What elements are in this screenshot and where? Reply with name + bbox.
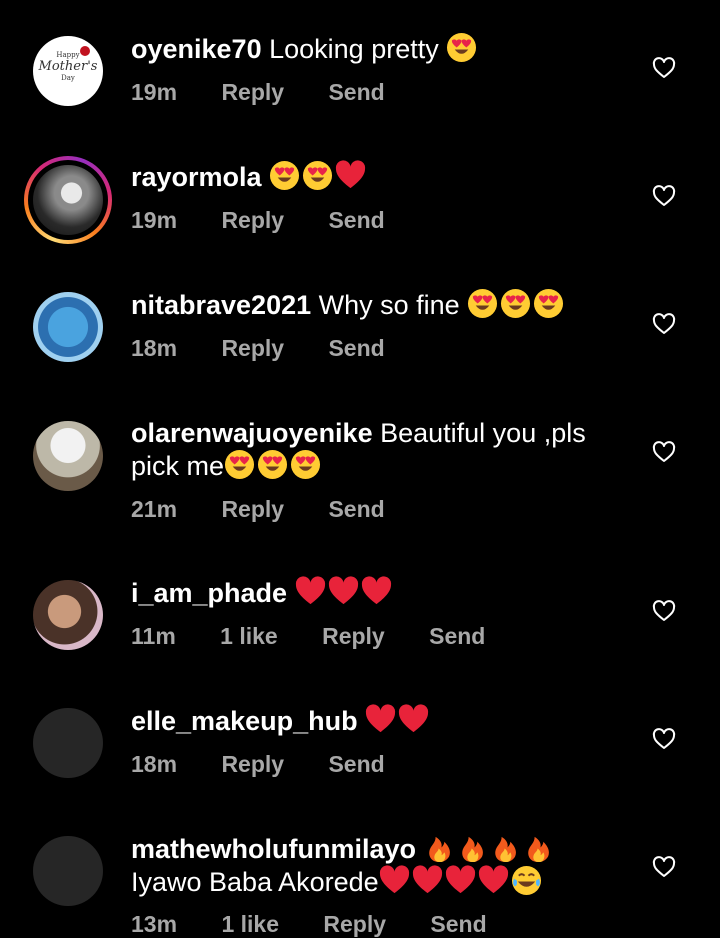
avatar-story-ring[interactable] — [24, 156, 112, 244]
avatar[interactable]: Happy Mother's Day — [33, 36, 103, 106]
avatar-text-mothers: Mother's — [38, 59, 98, 74]
username[interactable]: nitabrave2021 — [131, 290, 311, 320]
red-heart-emoji-icon — [365, 704, 396, 735]
red-heart-emoji-icon — [412, 865, 443, 896]
timestamp: 13m — [131, 911, 178, 937]
heart-eyes-emoji-icon — [257, 449, 288, 480]
comment-meta: 21m Reply Send — [131, 496, 423, 523]
timestamp: 11m — [131, 623, 176, 649]
red-heart-emoji-icon — [361, 576, 392, 607]
timestamp: 19m — [131, 207, 178, 233]
like-heart-icon[interactable] — [652, 56, 676, 80]
red-heart-emoji-icon — [398, 704, 429, 735]
heart-eyes-emoji-icon — [290, 449, 321, 480]
red-heart-emoji-icon — [335, 160, 366, 191]
reply-button[interactable]: Reply — [322, 623, 385, 649]
comment-meta: 18m Reply Send — [131, 335, 423, 362]
send-button[interactable]: Send — [429, 623, 485, 649]
avatar-text-happy: Happy — [56, 51, 80, 59]
fire-emoji-icon — [523, 832, 554, 863]
reply-button[interactable]: Reply — [221, 335, 284, 361]
send-button[interactable]: Send — [328, 207, 384, 233]
fire-emoji-icon — [490, 832, 521, 863]
comment-text: olarenwajuoyenike Beautiful you ,pls pic… — [131, 417, 611, 482]
comment-body: Beautiful you ,pls — [380, 418, 586, 448]
send-button[interactable]: Send — [430, 911, 486, 937]
heart-eyes-emoji-icon — [224, 449, 255, 480]
comment-text: nitabrave2021 Why so fine — [131, 288, 611, 321]
like-count[interactable]: 1 like — [221, 911, 279, 937]
heart-eyes-emoji-icon — [269, 160, 300, 191]
username[interactable]: rayormola — [131, 162, 262, 192]
send-button[interactable]: Send — [328, 751, 384, 777]
avatar-text-day: Day — [61, 74, 75, 82]
timestamp: 18m — [131, 335, 178, 361]
send-button[interactable]: Send — [328, 496, 384, 522]
reply-button[interactable]: Reply — [221, 79, 284, 105]
avatar[interactable] — [33, 421, 103, 491]
comment-meta: 19m Reply Send — [131, 207, 423, 234]
comment-meta: 11m 1 like Reply Send — [131, 623, 523, 650]
comment-body: Iyawo Baba Akorede — [131, 867, 379, 897]
rose-icon — [80, 46, 90, 56]
like-heart-icon[interactable] — [652, 727, 676, 751]
comment-body: Why so fine — [318, 290, 460, 320]
heart-eyes-emoji-icon — [533, 288, 564, 319]
heart-eyes-emoji-icon — [467, 288, 498, 319]
comment-text: rayormola — [131, 160, 611, 193]
like-heart-icon[interactable] — [652, 599, 676, 623]
comment-text: elle_makeup_hub — [131, 704, 611, 737]
comment-meta: 13m 1 like Reply Send — [131, 911, 525, 938]
reply-button[interactable]: Reply — [323, 911, 386, 937]
comment-text: i_am_phade — [131, 576, 611, 609]
comment-body: Looking pretty — [269, 34, 439, 64]
reply-button[interactable]: Reply — [221, 751, 284, 777]
send-button[interactable]: Send — [328, 79, 384, 105]
username[interactable]: elle_makeup_hub — [131, 706, 358, 736]
like-count[interactable]: 1 like — [220, 623, 278, 649]
timestamp: 19m — [131, 79, 178, 105]
red-heart-emoji-icon — [379, 865, 410, 896]
timestamp: 21m — [131, 496, 178, 522]
like-heart-icon[interactable] — [652, 184, 676, 208]
username[interactable]: mathewholufunmilayo — [131, 834, 416, 864]
fire-emoji-icon — [424, 832, 455, 863]
heart-eyes-emoji-icon — [446, 32, 477, 63]
heart-eyes-emoji-icon — [500, 288, 531, 319]
comment-text: mathewholufunmilayo Iyawo Baba Akorede — [131, 832, 611, 898]
red-heart-emoji-icon — [295, 576, 326, 607]
red-heart-emoji-icon — [478, 865, 509, 896]
red-heart-emoji-icon — [445, 865, 476, 896]
comment-meta: 19m Reply Send — [131, 79, 423, 106]
comment-body-line-2: pick me — [131, 451, 225, 481]
like-heart-icon[interactable] — [652, 312, 676, 336]
send-button[interactable]: Send — [328, 335, 384, 361]
like-heart-icon[interactable] — [652, 440, 676, 464]
comment-text: oyenike70 Looking pretty — [131, 32, 611, 65]
like-heart-icon[interactable] — [652, 855, 676, 879]
avatar[interactable] — [33, 580, 103, 650]
username[interactable]: i_am_phade — [131, 578, 287, 608]
username[interactable]: olarenwajuoyenike — [131, 418, 373, 448]
red-heart-emoji-icon — [328, 576, 359, 607]
fire-emoji-icon — [457, 832, 488, 863]
comment-meta: 18m Reply Send — [131, 751, 423, 778]
timestamp: 18m — [131, 751, 178, 777]
avatar — [33, 165, 103, 235]
reply-button[interactable]: Reply — [221, 496, 284, 522]
username[interactable]: oyenike70 — [131, 34, 262, 64]
avatar[interactable] — [33, 708, 103, 778]
heart-eyes-emoji-icon — [302, 160, 333, 191]
reply-button[interactable]: Reply — [221, 207, 284, 233]
joy-emoji-icon — [511, 865, 542, 896]
avatar[interactable] — [33, 292, 103, 362]
avatar[interactable] — [33, 836, 103, 906]
